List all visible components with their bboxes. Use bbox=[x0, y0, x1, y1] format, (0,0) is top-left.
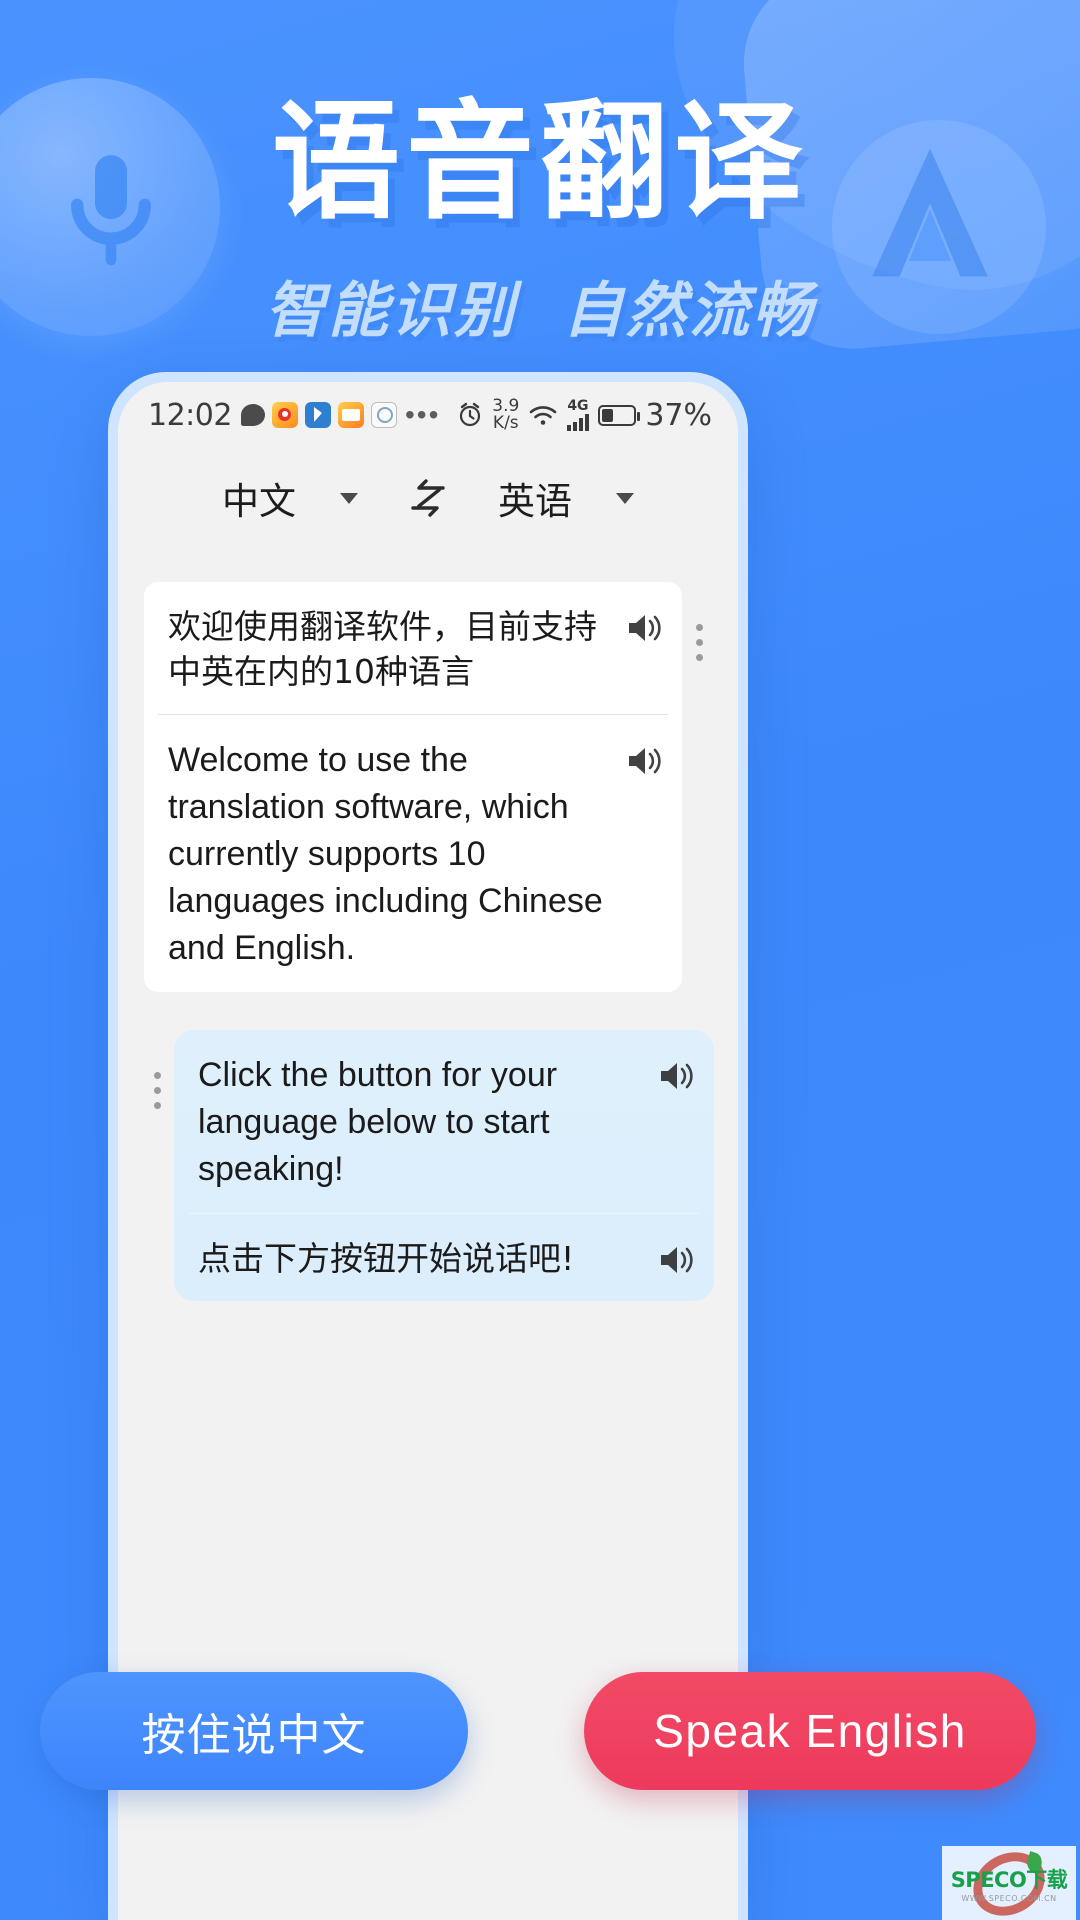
message-text: Welcome to use the translation software,… bbox=[168, 741, 603, 967]
message-segment-source: 欢迎使用翻译软件，目前支持中英在内的10种语言 bbox=[158, 582, 668, 715]
poster-subtitle-left: 智能识别 bbox=[265, 276, 517, 346]
network-speed: 3.9 K/s bbox=[492, 398, 519, 432]
message-row: Click the button for your language below… bbox=[118, 1030, 738, 1301]
mail-icon bbox=[337, 402, 364, 428]
overflow-dots-icon: ••• bbox=[404, 398, 441, 430]
speak-chinese-button[interactable]: 按住说中文 bbox=[40, 1672, 468, 1790]
watermark: SPECO下载 WWW.SPECO.COM.CN bbox=[942, 1846, 1076, 1920]
status-bar-time: 12:02 bbox=[148, 397, 232, 433]
target-language-selector[interactable]: 英语 bbox=[460, 471, 672, 525]
message-more-options-button[interactable] bbox=[140, 1030, 174, 1109]
chat-icon bbox=[240, 404, 265, 426]
weibo-icon bbox=[271, 402, 298, 428]
chevron-down-icon bbox=[340, 492, 358, 504]
message-text: 点击下方按钮开始说话吧! bbox=[198, 1239, 575, 1278]
speaker-icon[interactable] bbox=[656, 1240, 696, 1280]
speaker-icon[interactable] bbox=[624, 741, 664, 781]
message-row: 欢迎使用翻译软件，目前支持中英在内的10种语言 Welcome to use t… bbox=[118, 582, 738, 992]
poster-background: 语音翻译 智能识别 自然流畅 12:02 ••• 3.9 K/s 4G 37% … bbox=[0, 0, 1080, 1920]
message-text: Click the button for your language below… bbox=[198, 1056, 558, 1188]
message-segment-translation: Welcome to use the translation software,… bbox=[158, 715, 668, 992]
speaker-icon[interactable] bbox=[656, 1056, 696, 1096]
status-bar: 12:02 ••• 3.9 K/s 4G 37% bbox=[118, 382, 738, 448]
video-icon bbox=[304, 402, 331, 428]
source-language-label: 中文 bbox=[222, 480, 296, 523]
target-language-label: 英语 bbox=[498, 480, 572, 523]
message-text: 欢迎使用翻译软件，目前支持中英在内的10种语言 bbox=[168, 607, 597, 691]
chevron-down-icon bbox=[616, 492, 634, 504]
swap-arrows-icon bbox=[411, 479, 445, 517]
message-segment-translation: 点击下方按钮开始说话吧! bbox=[188, 1214, 700, 1301]
signal-icon bbox=[567, 413, 590, 431]
wifi-icon bbox=[530, 406, 557, 425]
swap-languages-button[interactable] bbox=[396, 478, 460, 518]
cellular-indicator: 4G bbox=[567, 397, 590, 431]
battery-percent: 37% bbox=[645, 397, 712, 433]
language-bar: 中文 英语 bbox=[118, 448, 738, 548]
speak-buttons-bar: 按住说中文 Speak English bbox=[40, 1672, 1036, 1790]
poster-subtitle: 智能识别 自然流畅 bbox=[0, 262, 1080, 349]
source-language-selector[interactable]: 中文 bbox=[184, 471, 396, 525]
status-bar-notification-icons bbox=[240, 402, 397, 428]
speaker-icon[interactable] bbox=[624, 608, 664, 648]
alarm-icon bbox=[460, 402, 481, 427]
speak-english-button[interactable]: Speak English bbox=[584, 1672, 1036, 1790]
search-icon bbox=[370, 402, 397, 428]
message-more-options-button[interactable] bbox=[682, 582, 716, 661]
watermark-brand: SPECO下载 bbox=[950, 1867, 1068, 1892]
message-bubble[interactable]: Click the button for your language below… bbox=[174, 1030, 714, 1301]
poster-subtitle-right: 自然流畅 bbox=[563, 276, 815, 346]
message-segment-source: Click the button for your language below… bbox=[188, 1030, 700, 1214]
poster-title: 语音翻译 bbox=[271, 88, 808, 237]
battery-icon bbox=[598, 404, 641, 426]
watermark-url: WWW.SPECO.COM.CN bbox=[961, 1893, 1057, 1903]
message-bubble[interactable]: 欢迎使用翻译软件，目前支持中英在内的10种语言 Welcome to use t… bbox=[144, 582, 682, 992]
status-bar-system-icons: 3.9 K/s 4G 37% bbox=[457, 398, 712, 433]
network-speed-unit: K/s bbox=[492, 413, 519, 433]
network-type: 4G bbox=[567, 397, 589, 414]
